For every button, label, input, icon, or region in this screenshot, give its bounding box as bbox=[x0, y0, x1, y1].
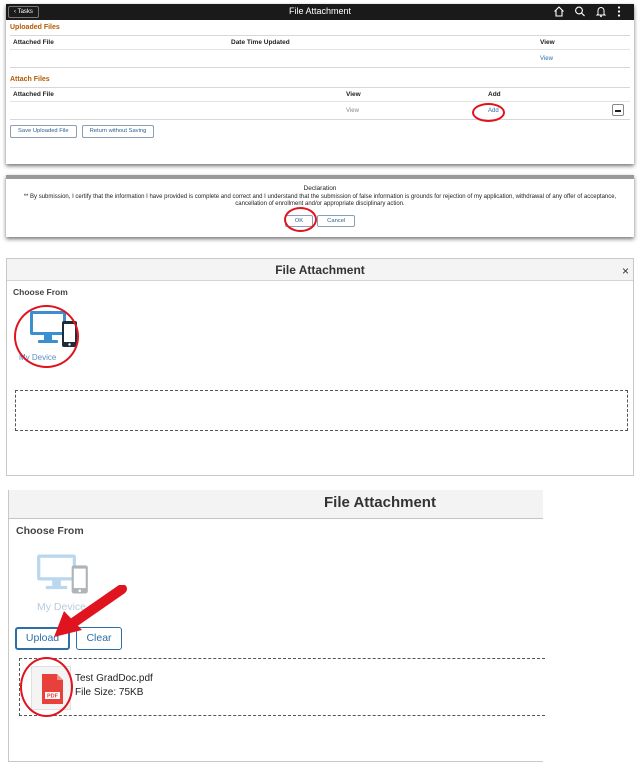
save-uploaded-file-button[interactable]: Save Uploaded File bbox=[10, 125, 77, 138]
highlight-ring-ok bbox=[284, 207, 317, 232]
choose-from-label: Choose From bbox=[16, 525, 84, 537]
action-buttons: Save Uploaded File Return without Saving bbox=[6, 120, 634, 143]
col-add: Add bbox=[488, 91, 501, 98]
view-link[interactable]: View bbox=[540, 56, 553, 62]
grid-header: Attached File View Add bbox=[10, 88, 630, 102]
drop-zone[interactable] bbox=[15, 390, 628, 431]
top-bar: ‹ Tasks File Attachment bbox=[6, 4, 634, 20]
return-without-saving-button[interactable]: Return without Saving bbox=[81, 125, 155, 138]
page-title: File Attachment bbox=[288, 6, 352, 16]
minus-icon[interactable] bbox=[612, 104, 624, 116]
home-icon[interactable] bbox=[553, 5, 565, 18]
bell-icon[interactable] bbox=[595, 5, 607, 18]
col-attached-file: Attached File bbox=[13, 91, 54, 98]
declaration-text: ** By submission, I certify that the inf… bbox=[23, 194, 617, 207]
col-attached-file: Attached File bbox=[13, 39, 54, 46]
file-name: Test GradDoc.pdf bbox=[75, 673, 153, 684]
choose-from-label: Choose From bbox=[13, 287, 68, 297]
top-icons bbox=[553, 5, 628, 18]
search-icon[interactable] bbox=[574, 5, 586, 18]
col-view: View bbox=[346, 91, 361, 98]
grid-header: Attached File Date Time Updated View bbox=[10, 36, 630, 50]
table-row: View Add bbox=[10, 102, 630, 119]
dialog-header: File Attachment bbox=[9, 490, 543, 519]
uploaded-files-grid: Attached File Date Time Updated View Vie… bbox=[10, 35, 630, 68]
col-view: View bbox=[540, 39, 555, 46]
declaration-title: Declaration bbox=[303, 185, 337, 192]
highlight-ring-add bbox=[472, 103, 505, 122]
attach-files-label: Attach Files bbox=[10, 76, 50, 83]
uploaded-files-label: Uploaded Files bbox=[10, 24, 60, 31]
close-icon[interactable]: × bbox=[622, 264, 629, 278]
file-size: File Size: 75KB bbox=[75, 687, 144, 698]
declaration-buttons: OK Cancel bbox=[6, 215, 634, 227]
dialog-title: File Attachment bbox=[275, 263, 365, 277]
attachment-grid-panel: ‹ Tasks File Attachment Uploaded Files A… bbox=[6, 4, 634, 164]
dialog-title: File Attachment bbox=[324, 494, 436, 511]
cancel-button[interactable]: Cancel bbox=[317, 215, 356, 227]
file-attachment-dialog-choose: File Attachment × Choose From My Device bbox=[6, 258, 634, 476]
more-vertical-icon[interactable] bbox=[616, 5, 628, 18]
table-row: View bbox=[10, 50, 630, 67]
red-arrow-icon bbox=[54, 585, 127, 637]
view-link-disabled: View bbox=[346, 107, 359, 114]
highlight-ring-pdf bbox=[20, 657, 73, 717]
dialog-header: File Attachment × bbox=[7, 259, 633, 281]
col-date-time-updated: Date Time Updated bbox=[231, 39, 290, 46]
declaration-dialog: Declaration ** By submission, I certify … bbox=[6, 175, 634, 237]
attach-files-grid: Attached File View Add View Add bbox=[10, 87, 630, 120]
highlight-ring-my-device bbox=[14, 305, 79, 368]
